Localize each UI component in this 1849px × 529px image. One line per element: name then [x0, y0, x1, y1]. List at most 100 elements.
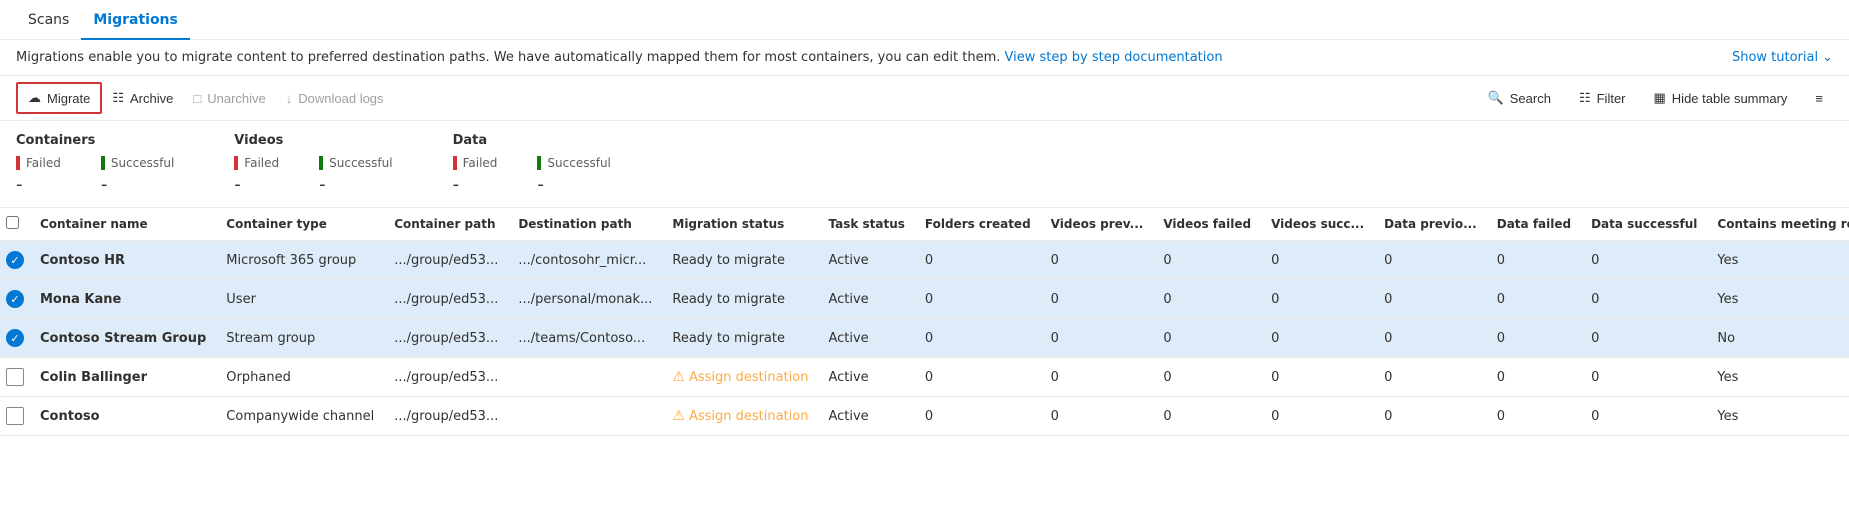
- cell-migration-status: ⚠ Assign destination: [662, 397, 818, 436]
- container-name-text: Mona Kane: [40, 292, 121, 307]
- toolbar-right: 🔍 Search ☷ Filter ▦ Hide table summary ≡: [1478, 84, 1833, 112]
- data-title: Data: [453, 133, 611, 148]
- col-container-path[interactable]: Container path: [384, 208, 508, 241]
- unarchive-button[interactable]: □ Unarchive: [183, 85, 275, 112]
- info-text: Migrations enable you to migrate content…: [16, 50, 1732, 65]
- containers-summary: Containers Failed - Successful -: [16, 133, 174, 195]
- red-bar-icon: [453, 156, 457, 170]
- row-checkbox-cell[interactable]: [0, 397, 30, 436]
- select-all-checkbox[interactable]: [6, 216, 19, 229]
- nav-item-migrations[interactable]: Migrations: [81, 0, 190, 40]
- select-all-header[interactable]: [0, 208, 30, 241]
- unarchive-icon: □: [193, 91, 201, 106]
- doc-link[interactable]: View step by step documentation: [1005, 50, 1223, 65]
- cell-videos-succ: 0: [1261, 319, 1374, 358]
- unchecked-icon[interactable]: [6, 368, 24, 386]
- cell-data-failed: 0: [1487, 241, 1581, 280]
- cell-data-previo: 0: [1374, 358, 1487, 397]
- cell-container-name: Contoso HR: [30, 241, 216, 280]
- cell-data-previo: 0: [1374, 280, 1487, 319]
- archive-button[interactable]: ☷ Archive: [102, 84, 183, 112]
- cell-task-status: Active: [818, 280, 914, 319]
- containers-successful-value: -: [101, 174, 174, 195]
- data-failed-value: -: [453, 174, 498, 195]
- download-logs-button[interactable]: ↓ Download logs: [276, 85, 394, 112]
- col-container-type[interactable]: Container type: [216, 208, 384, 241]
- warning-status: ⚠ Assign destination: [672, 369, 808, 385]
- col-folders-created[interactable]: Folders created: [915, 208, 1041, 241]
- container-name-text: Contoso HR: [40, 253, 125, 268]
- cell-folders-created: 0: [915, 397, 1041, 436]
- containers-failed: Failed -: [16, 156, 61, 195]
- nav-item-scans[interactable]: Scans: [16, 0, 81, 40]
- show-tutorial-button[interactable]: Show tutorial ⌄: [1732, 50, 1833, 65]
- data-summary: Data Failed - Successful -: [453, 133, 611, 195]
- col-task-status[interactable]: Task status: [818, 208, 914, 241]
- cell-videos-succ: 0: [1261, 280, 1374, 319]
- col-migration-status[interactable]: Migration status: [662, 208, 818, 241]
- row-checkbox-cell[interactable]: ✓: [0, 319, 30, 358]
- cell-container-type: Stream group: [216, 319, 384, 358]
- cell-data-successful: 0: [1581, 241, 1707, 280]
- col-data-previo[interactable]: Data previo...: [1374, 208, 1487, 241]
- filter-button[interactable]: ☷ Filter: [1569, 84, 1636, 112]
- cell-data-previo: 0: [1374, 241, 1487, 280]
- videos-metrics: Failed - Successful -: [234, 156, 392, 195]
- warning-icon: ⚠: [672, 369, 685, 385]
- col-container-name[interactable]: Container name: [30, 208, 216, 241]
- row-checkbox-cell[interactable]: [0, 358, 30, 397]
- hide-table-summary-button[interactable]: ▦ Hide table summary: [1644, 84, 1798, 112]
- search-button[interactable]: 🔍 Search: [1478, 84, 1561, 112]
- container-name-text: Colin Ballinger: [40, 370, 147, 385]
- migrations-table: Container name Container type Container …: [0, 208, 1849, 436]
- cell-data-successful: 0: [1581, 397, 1707, 436]
- migrate-button[interactable]: ☁ Migrate: [16, 82, 102, 114]
- cell-folders-created: 0: [915, 319, 1041, 358]
- cell-videos-succ: 0: [1261, 241, 1374, 280]
- checked-icon[interactable]: ✓: [6, 329, 24, 347]
- cell-videos-failed: 0: [1153, 280, 1261, 319]
- col-contains-meeting-recording[interactable]: Contains meeting recording: [1707, 208, 1849, 241]
- cell-migration-status: Ready to migrate: [662, 319, 818, 358]
- col-videos-prev[interactable]: Videos prev...: [1041, 208, 1154, 241]
- cell-videos-failed: 0: [1153, 241, 1261, 280]
- summary-section: Containers Failed - Successful - Videos: [0, 121, 1849, 208]
- checked-icon[interactable]: ✓: [6, 251, 24, 269]
- col-data-failed[interactable]: Data failed: [1487, 208, 1581, 241]
- cell-container-type: Microsoft 365 group: [216, 241, 384, 280]
- more-options-button[interactable]: ≡: [1805, 85, 1833, 112]
- checked-icon[interactable]: ✓: [6, 290, 24, 308]
- red-bar-icon: [234, 156, 238, 170]
- top-nav: Scans Migrations: [0, 0, 1849, 40]
- col-data-successful[interactable]: Data successful: [1581, 208, 1707, 241]
- cell-videos-succ: 0: [1261, 358, 1374, 397]
- data-failed: Failed -: [453, 156, 498, 195]
- cell-folders-created: 0: [915, 241, 1041, 280]
- videos-successful: Successful -: [319, 156, 392, 195]
- cell-destination-path: .../contosohr_micr...: [508, 241, 662, 280]
- cell-data-successful: 0: [1581, 358, 1707, 397]
- data-successful-value: -: [537, 174, 610, 195]
- download-icon: ↓: [286, 91, 293, 106]
- unchecked-icon[interactable]: [6, 407, 24, 425]
- col-videos-succ[interactable]: Videos succ...: [1261, 208, 1374, 241]
- cell-videos-failed: 0: [1153, 319, 1261, 358]
- col-destination-path[interactable]: Destination path: [508, 208, 662, 241]
- filter-icon: ☷: [1579, 90, 1591, 106]
- col-videos-failed[interactable]: Videos failed: [1153, 208, 1261, 241]
- cell-data-successful: 0: [1581, 319, 1707, 358]
- cell-data-failed: 0: [1487, 280, 1581, 319]
- cell-contains-meeting-recording: Yes: [1707, 358, 1849, 397]
- cell-container-type: User: [216, 280, 384, 319]
- data-successful: Successful -: [537, 156, 610, 195]
- cell-videos-failed: 0: [1153, 397, 1261, 436]
- cell-container-path: .../group/ed53...: [384, 241, 508, 280]
- videos-failed-value: -: [234, 174, 279, 195]
- row-checkbox-cell[interactable]: ✓: [0, 241, 30, 280]
- cell-task-status: Active: [818, 358, 914, 397]
- row-checkbox-cell[interactable]: ✓: [0, 280, 30, 319]
- cell-migration-status: Ready to migrate: [662, 280, 818, 319]
- cell-container-name: Mona Kane: [30, 280, 216, 319]
- videos-successful-value: -: [319, 174, 392, 195]
- table-row: ✓ Contoso HR Microsoft 365 group.../group/…: [0, 241, 1849, 280]
